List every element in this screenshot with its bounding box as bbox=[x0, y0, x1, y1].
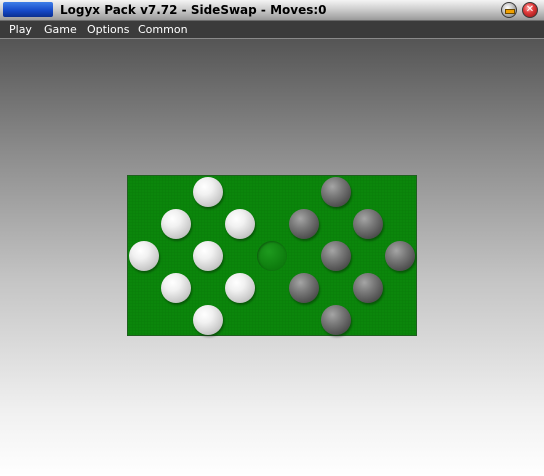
white-piece[interactable] bbox=[225, 209, 255, 239]
menu-bar: Play Game Options Common bbox=[0, 21, 544, 39]
minimize-icon bbox=[505, 9, 515, 14]
close-icon: ✕ bbox=[525, 4, 535, 15]
white-piece[interactable] bbox=[161, 209, 191, 239]
window-title: Logyx Pack v7.72 - SideSwap - Moves:0 bbox=[60, 3, 327, 17]
black-piece[interactable] bbox=[353, 273, 383, 303]
minimize-button[interactable] bbox=[501, 2, 517, 18]
game-board[interactable] bbox=[127, 175, 417, 336]
black-piece[interactable] bbox=[353, 209, 383, 239]
white-piece[interactable] bbox=[161, 273, 191, 303]
white-piece[interactable] bbox=[193, 305, 223, 335]
menu-play[interactable]: Play bbox=[9, 21, 32, 38]
black-piece[interactable] bbox=[289, 273, 319, 303]
white-piece[interactable] bbox=[225, 273, 255, 303]
close-button[interactable]: ✕ bbox=[522, 2, 538, 18]
title-bar[interactable]: Logyx Pack v7.72 - SideSwap - Moves:0 ✕ bbox=[0, 0, 544, 21]
empty-hole[interactable] bbox=[257, 241, 287, 271]
white-piece[interactable] bbox=[129, 241, 159, 271]
title-accent bbox=[3, 2, 53, 17]
black-piece[interactable] bbox=[321, 305, 351, 335]
white-piece[interactable] bbox=[193, 241, 223, 271]
app-window: Logyx Pack v7.72 - SideSwap - Moves:0 ✕ … bbox=[0, 0, 544, 476]
game-area bbox=[0, 39, 544, 476]
black-piece[interactable] bbox=[385, 241, 415, 271]
white-piece[interactable] bbox=[193, 177, 223, 207]
menu-game[interactable]: Game bbox=[44, 21, 77, 38]
black-piece[interactable] bbox=[321, 177, 351, 207]
black-piece[interactable] bbox=[321, 241, 351, 271]
black-piece[interactable] bbox=[289, 209, 319, 239]
menu-common[interactable]: Common bbox=[138, 21, 188, 38]
menu-options[interactable]: Options bbox=[87, 21, 129, 38]
